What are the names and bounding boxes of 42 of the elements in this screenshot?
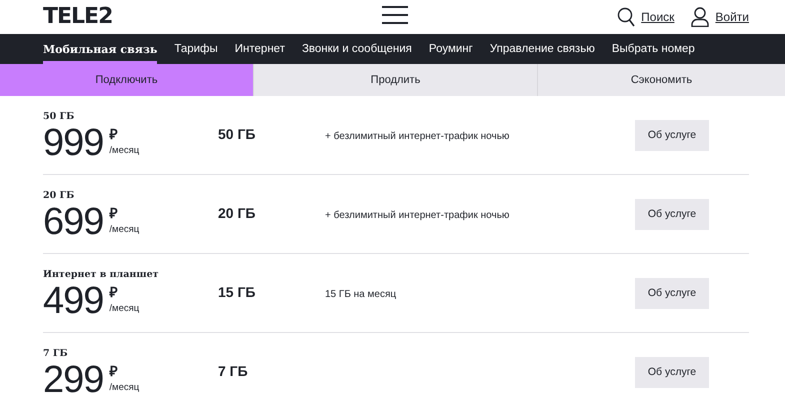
menu-icon[interactable]	[382, 6, 408, 24]
data-volume: 20 ГБ	[218, 205, 256, 221]
plan-name: Интернет в планшет	[43, 269, 160, 280]
currency: ₽	[109, 206, 118, 220]
price: 999	[43, 123, 104, 163]
details-button[interactable]: Об услуге	[635, 198, 709, 230]
nav-item[interactable]: Роуминг	[428, 34, 473, 64]
nav-item[interactable]: Тарифы	[174, 34, 218, 64]
plan-note: + безлимитный интернет-трафик ночью	[325, 210, 510, 221]
nav-item[interactable]: Звонки и сообщения	[302, 34, 412, 64]
data-volume: 15 ГБ	[218, 284, 256, 300]
plan-note: 15 ГБ на месяц	[325, 289, 396, 300]
nav-item[interactable]: Выбрать номер	[612, 34, 695, 64]
price: 499	[43, 281, 104, 321]
period: /месяц	[109, 303, 140, 314]
logo[interactable]: TELE2	[43, 6, 112, 28]
currency: ₽	[109, 364, 118, 378]
price: 699	[43, 202, 104, 242]
nav-item[interactable]: Управление связью	[490, 34, 595, 64]
details-button[interactable]: Об услуге	[635, 120, 709, 150]
currency: ₽	[109, 127, 118, 141]
search-link[interactable]: Поиск	[641, 10, 674, 24]
tab[interactable]: Продлить	[253, 64, 537, 96]
user-icon[interactable]	[691, 7, 710, 27]
tab[interactable]: Подключить	[0, 64, 253, 96]
login-link[interactable]: Войти	[715, 10, 749, 24]
currency: ₽	[109, 285, 118, 299]
search-icon[interactable]	[617, 7, 636, 27]
data-volume: 50 ГБ	[218, 126, 256, 142]
price: 299	[43, 360, 104, 400]
details-button[interactable]: Об услуге	[635, 278, 709, 308]
period: /месяц	[109, 382, 140, 393]
nav-item[interactable]: Интернет	[234, 34, 285, 64]
period: /месяц	[109, 145, 140, 156]
plan-name: 7 ГБ	[43, 348, 69, 359]
period: /месяц	[109, 224, 140, 235]
tab[interactable]: Сэкономить	[537, 64, 785, 96]
data-volume: 7 ГБ	[218, 363, 248, 379]
plan-note: + безлимитный интернет-трафик ночью	[325, 131, 510, 142]
plan-name: 20 ГБ	[43, 190, 76, 201]
details-button[interactable]: Об услуге	[635, 356, 709, 388]
plan-name: 50 ГБ	[43, 111, 76, 122]
